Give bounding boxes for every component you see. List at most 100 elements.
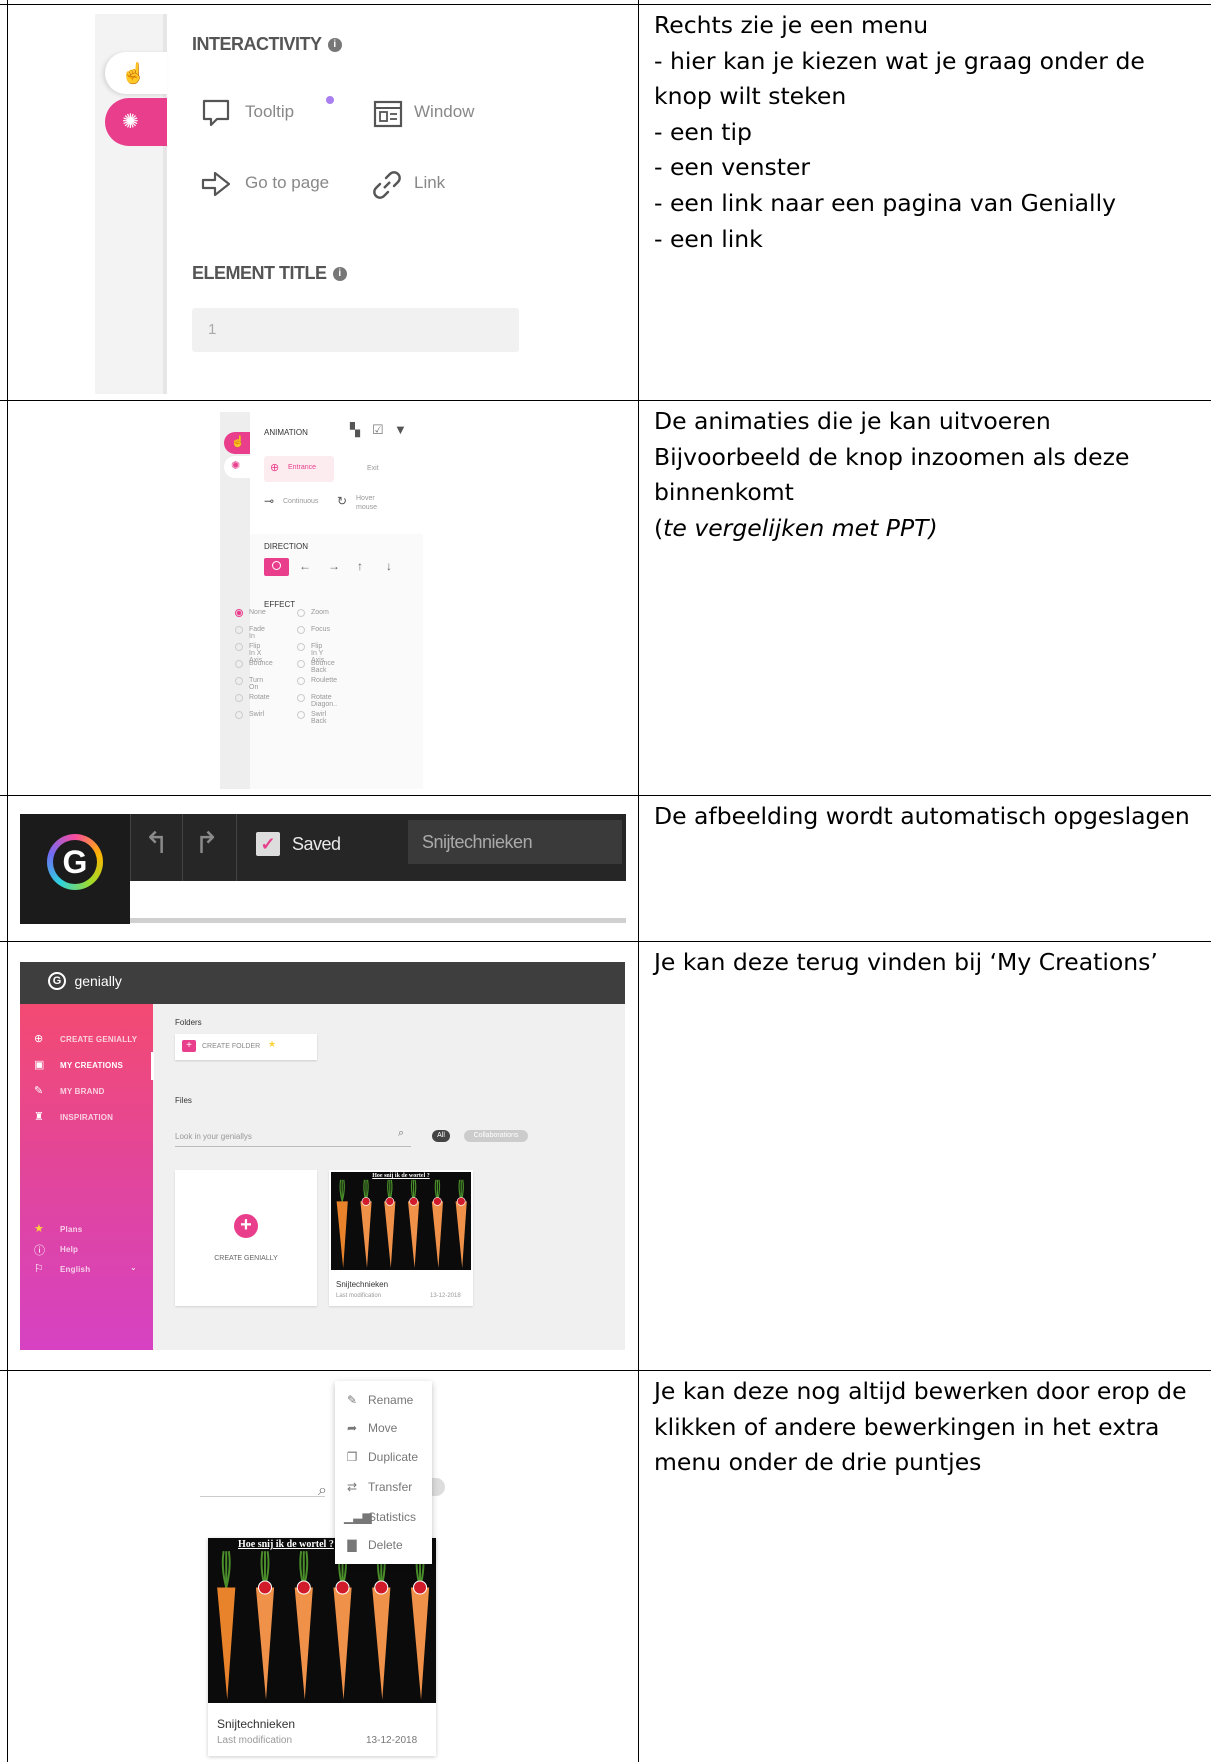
text-line: Rechts zie je een menu — [654, 11, 929, 39]
effect-label: Swirl Back — [311, 711, 327, 725]
file-card[interactable]: Hoe snij ik de wortel ? Snijtechnieken L… — [208, 1538, 436, 1756]
menu-item-transfer[interactable]: ⇄ Transfer — [335, 1474, 432, 1500]
file-card[interactable]: Hoe snij ik de wortel ? Snijtechnieken L… — [329, 1170, 473, 1306]
info-icon[interactable]: i — [332, 267, 347, 282]
transfer-icon: ⇄ — [346, 1480, 358, 1494]
file-thumbnail: Hoe snij ik de wortel ? — [331, 1172, 471, 1270]
text-line: Je kan deze terug vinden bij ‘My Creatio… — [654, 948, 1158, 976]
title-input[interactable]: Snijtechnieken — [408, 820, 622, 864]
hover-tab[interactable]: Hover mouse — [356, 494, 384, 512]
paste-icon[interactable]: ☑ — [372, 422, 384, 438]
direction-heading: DIRECTION — [264, 542, 308, 551]
row-divider — [0, 1370, 1211, 1371]
window-label: Window — [414, 102, 475, 121]
animation-tab[interactable]: ✺ — [224, 456, 250, 478]
menu-item-delete[interactable]: ▇ Delete — [335, 1532, 432, 1558]
effect-radio[interactable] — [297, 626, 305, 634]
effect-radio[interactable] — [235, 694, 243, 702]
animation-tab[interactable]: ✺ — [105, 98, 167, 146]
effect-radio[interactable] — [297, 694, 305, 702]
create-genially-card[interactable]: + CREATE GENIALLY — [175, 1170, 317, 1306]
menu-item-move[interactable]: ➦ Move — [335, 1415, 432, 1441]
star-icon: ★ — [34, 1223, 44, 1235]
sidebar-item-inspiration[interactable]: INSPIRATION — [60, 1113, 113, 1122]
effect-radio[interactable] — [235, 711, 243, 719]
effect-radio[interactable] — [235, 626, 243, 634]
move-arrow-icon: ➦ — [346, 1421, 358, 1435]
exit-tab[interactable]: Exit — [367, 465, 379, 472]
text-line: - hier kan je kiezen wat je graag onder … — [654, 46, 1145, 111]
menu-item-rename[interactable]: ✎ Rename — [335, 1387, 432, 1413]
menu-item-label: Rename — [368, 1393, 414, 1407]
table-border-top — [0, 4, 1211, 5]
language-selector[interactable]: English — [60, 1265, 90, 1274]
search-underline — [200, 1496, 325, 1497]
file-date: 13-12-2018 — [430, 1293, 461, 1299]
effect-radio[interactable] — [297, 711, 305, 719]
sidebar-active-marker — [151, 1052, 154, 1080]
entrance-tab[interactable]: ⊕ Entrance — [264, 456, 334, 482]
row-divider — [0, 400, 1211, 401]
effect-radio[interactable] — [297, 660, 305, 668]
arrow-right-icon[interactable]: → — [328, 559, 340, 573]
row-1-text: Rechts zie je een menu - hier kan je kie… — [654, 8, 1206, 257]
interactivity-tab[interactable]: ☝ — [105, 52, 167, 94]
direction-none-button[interactable] — [264, 558, 289, 576]
interactivity-tab[interactable]: ☝ — [224, 432, 250, 454]
menu-item-statistics[interactable]: ▁▃▆ Statistics — [335, 1504, 432, 1530]
redo-icon[interactable]: ↱ — [194, 826, 219, 861]
effect-radio[interactable] — [235, 643, 243, 651]
element-title-input[interactable]: 1 — [192, 308, 519, 352]
text-line: - een link naar een pagina van Genially — [654, 188, 1117, 217]
continuous-tab[interactable]: Continuous — [283, 498, 318, 505]
effect-radio[interactable] — [235, 677, 243, 685]
text-line: - een tip — [654, 117, 752, 146]
menu-item-label: Transfer — [368, 1480, 413, 1494]
effect-radio[interactable] — [235, 660, 243, 668]
create-folder-button[interactable]: + CREATE FOLDER ★ — [175, 1034, 317, 1060]
create-folder-label: CREATE FOLDER — [202, 1043, 261, 1050]
file-context-menu-view: ⌕ Hoe snij ik de wortel ? Snijtechnieken… — [200, 1381, 445, 1759]
copy-icon[interactable]: ▚ — [350, 422, 360, 438]
effect-heading: EFFECT — [264, 600, 296, 609]
row-2-text: De animaties die je kan uitvoeren Bijvoo… — [654, 404, 1206, 546]
effect-radio[interactable] — [235, 609, 243, 617]
effect-radio[interactable] — [297, 609, 305, 617]
window-icon — [373, 100, 403, 128]
filter-collaborations[interactable]: Collaborations — [464, 1130, 528, 1142]
editor-toolbar: G ↰ ↱ ✓ Saved Snijtechnieken — [20, 814, 626, 924]
effect-radio[interactable] — [297, 677, 305, 685]
info-icon[interactable]: i — [327, 38, 342, 53]
hand-pointer-icon: ☝ — [231, 436, 245, 448]
sidebar-item-create-genially[interactable]: CREATE GENIALLY — [60, 1035, 137, 1044]
row-4-text: Je kan deze terug vinden bij ‘My Creatio… — [654, 945, 1206, 981]
arrow-down-icon[interactable]: ↓ — [386, 559, 392, 573]
sidebar-item-my-creations[interactable]: MY CREATIONS — [60, 1061, 123, 1070]
search-input[interactable]: Look in your geniallys — [175, 1132, 411, 1147]
menu-item-label: Move — [368, 1421, 398, 1435]
arrow-up-icon[interactable]: ↑ — [357, 559, 363, 573]
trash-icon[interactable]: ▼ — [394, 422, 407, 437]
link-label: Link — [414, 173, 446, 192]
arrow-left-icon[interactable]: ← — [299, 559, 311, 573]
menu-item-duplicate[interactable]: ❐ Duplicate — [335, 1444, 432, 1470]
tooltip-icon — [202, 99, 230, 127]
sidebar — [20, 1004, 153, 1350]
menu-item-label: Duplicate — [368, 1450, 419, 1464]
search-icon[interactable]: ⌕ — [318, 1482, 327, 1500]
sidebar-item-my-brand[interactable]: MY BRAND — [60, 1087, 105, 1096]
text-line: (te vergelijken met PPT) — [654, 511, 1206, 547]
entrance-label: Entrance — [288, 464, 317, 471]
brand-logo[interactable]: G genially — [48, 972, 122, 990]
search-icon[interactable]: ⌕ — [398, 1127, 404, 1140]
genially-logo-icon: G — [48, 972, 66, 990]
hat-icon: ♜ — [34, 1111, 44, 1123]
undo-icon[interactable]: ↰ — [144, 826, 169, 861]
effect-label: Turn On — [249, 677, 264, 691]
link-icon — [373, 171, 401, 199]
text-line: De afbeelding wordt automatisch opgeslag… — [654, 802, 1190, 830]
sidebar-item-plans[interactable]: Plans — [60, 1225, 82, 1234]
effect-radio[interactable] — [297, 643, 305, 651]
sidebar-item-help[interactable]: Help — [60, 1245, 78, 1254]
filter-all[interactable]: All — [432, 1130, 450, 1142]
